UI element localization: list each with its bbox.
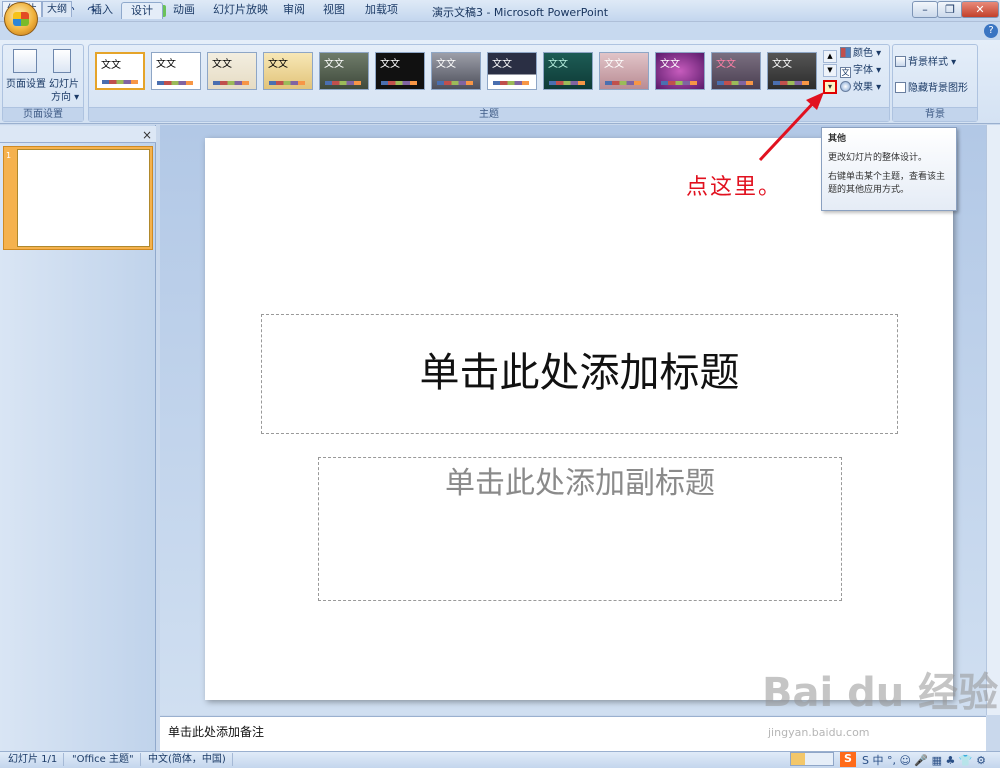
theme-thumb[interactable]: 文文 bbox=[655, 52, 705, 90]
slide-orientation-icon bbox=[53, 49, 71, 73]
tab-animations[interactable]: 动画 bbox=[164, 2, 204, 19]
theme-thumb-text: 文文 bbox=[604, 59, 624, 70]
background-styles-button[interactable]: 背景样式 ▾ bbox=[895, 55, 956, 71]
theme-thumb[interactable]: 文文 bbox=[151, 52, 201, 90]
more-tooltip: 其他 更改幻灯片的整体设计。 右键单击某个主题，查看该主题的其他应用方式。 bbox=[821, 127, 957, 211]
fonts-label: 字体 ▾ bbox=[853, 65, 882, 76]
slide-number: 1 bbox=[6, 151, 12, 160]
view-buttons[interactable] bbox=[790, 752, 834, 766]
theme-thumb[interactable]: 文文 bbox=[487, 52, 537, 90]
minimize-button[interactable]: – bbox=[912, 1, 938, 18]
title-placeholder[interactable]: 单击此处添加标题 bbox=[261, 314, 898, 434]
tab-slideshow[interactable]: 幻灯片放映 bbox=[204, 2, 277, 19]
theme-thumb[interactable]: 文文 bbox=[767, 52, 817, 90]
scroll-down-button[interactable]: ▼ bbox=[823, 64, 837, 77]
theme-fonts-button[interactable]: 文字体 ▾ bbox=[840, 63, 881, 79]
tab-design[interactable]: 设计 bbox=[121, 2, 163, 19]
theme-thumb[interactable]: 文文 bbox=[263, 52, 313, 90]
status-theme: "Office 主题" bbox=[66, 753, 141, 766]
theme-colors-button[interactable]: 颜色 ▾ bbox=[840, 46, 881, 62]
ribbon-tab-bar bbox=[0, 22, 1000, 41]
slide-thumbnail[interactable] bbox=[17, 149, 150, 247]
theme-thumb-text: 文文 bbox=[716, 59, 736, 70]
theme-thumb[interactable]: 文文 bbox=[319, 52, 369, 90]
theme-thumb-text: 文文 bbox=[268, 59, 288, 70]
theme-thumb[interactable]: 文文 bbox=[375, 52, 425, 90]
theme-thumb-text: 文文 bbox=[324, 59, 344, 70]
office-button[interactable] bbox=[4, 2, 38, 36]
fonts-icon: 文 bbox=[840, 67, 851, 78]
tab-review[interactable]: 审阅 bbox=[274, 2, 314, 19]
page-setup-button[interactable]: 页面设置 bbox=[6, 75, 46, 90]
help-icon[interactable]: ? bbox=[984, 24, 998, 38]
tooltip-line1: 更改幻灯片的整体设计。 bbox=[828, 153, 928, 163]
theme-thumb[interactable]: 文文 bbox=[599, 52, 649, 90]
hide-background-label: 隐藏背景图形 bbox=[908, 83, 968, 94]
close-pane-icon[interactable]: × bbox=[142, 128, 152, 142]
theme-thumb-text: 文文 bbox=[772, 59, 792, 70]
checkbox-icon bbox=[895, 82, 906, 93]
theme-thumb-office[interactable]: 文文 bbox=[95, 52, 145, 90]
tab-view[interactable]: 视图 bbox=[314, 2, 354, 19]
tab-outline[interactable]: 大纲 bbox=[42, 1, 72, 17]
theme-thumb[interactable]: 文文 bbox=[431, 52, 481, 90]
status-slide-count: 幻灯片 1/1 bbox=[2, 753, 65, 766]
vertical-scrollbar[interactable] bbox=[986, 125, 1000, 715]
theme-thumb[interactable]: 文文 bbox=[711, 52, 761, 90]
theme-thumb[interactable]: 文文 bbox=[543, 52, 593, 90]
slide-orientation-label: 方向 ▾ bbox=[51, 92, 80, 103]
close-button[interactable]: ✕ bbox=[961, 1, 999, 18]
theme-thumb-text: 文文 bbox=[492, 59, 512, 70]
colors-label: 颜色 ▾ bbox=[853, 48, 882, 59]
background-group-label: 背景 bbox=[893, 107, 977, 121]
theme-thumb-text: 文文 bbox=[380, 59, 400, 70]
theme-thumb-text: 文文 bbox=[548, 59, 568, 70]
window-title: 演示文稿3 - Microsoft PowerPoint bbox=[431, 6, 609, 19]
restore-button[interactable]: ❐ bbox=[937, 1, 963, 18]
page-setup-icon bbox=[13, 49, 37, 73]
background-group: 背景样式 ▾ 隐藏背景图形 背景 bbox=[892, 44, 978, 122]
page-setup-group-label: 页面设置 bbox=[3, 107, 83, 121]
office-logo-icon bbox=[13, 12, 29, 26]
theme-thumb-text: 文文 bbox=[101, 60, 121, 71]
theme-effects-button[interactable]: 效果 ▾ bbox=[840, 80, 881, 96]
slide-pane-tabs bbox=[0, 126, 156, 143]
annotation-text: 点这里。 bbox=[686, 175, 783, 200]
page-setup-group: 页面设置 幻灯片 方向 ▾ 页面设置 bbox=[2, 44, 84, 122]
watermark-url: jingyan.baidu.com bbox=[768, 726, 870, 739]
subtitle-placeholder[interactable]: 单击此处添加副标题 bbox=[318, 457, 842, 601]
status-language: 中文(简体，中国) bbox=[142, 753, 233, 766]
hide-background-checkbox[interactable]: 隐藏背景图形 bbox=[895, 81, 968, 97]
theme-thumb-text: 文文 bbox=[660, 59, 680, 70]
background-styles-label: 背景样式 ▾ bbox=[908, 57, 957, 68]
tooltip-title: 其他 bbox=[828, 134, 847, 144]
theme-thumb-text: 文文 bbox=[212, 59, 232, 70]
theme-thumb-text: 文文 bbox=[436, 59, 456, 70]
watermark-logo: Bai du 经验 bbox=[762, 670, 999, 716]
scroll-up-button[interactable]: ▲ bbox=[823, 50, 837, 63]
tab-insert[interactable]: 插入 bbox=[82, 2, 122, 19]
ime-tray[interactable]: S 中 °, ☺ 🎤 ▦ ♣ 👕 ⚙ bbox=[862, 752, 986, 768]
colors-icon bbox=[840, 47, 851, 58]
background-styles-icon bbox=[895, 56, 906, 67]
theme-thumb[interactable]: 文文 bbox=[207, 52, 257, 90]
effects-icon bbox=[840, 81, 851, 92]
annotation-arrow bbox=[758, 92, 824, 162]
theme-thumb-text: 文文 bbox=[156, 59, 176, 70]
effects-label: 效果 ▾ bbox=[853, 82, 882, 93]
sogou-icon[interactable]: S bbox=[840, 752, 856, 767]
tab-addins[interactable]: 加载项 bbox=[356, 2, 407, 19]
tooltip-line2: 右键单击某个主题，查看该主题的其他应用方式。 bbox=[828, 172, 946, 195]
